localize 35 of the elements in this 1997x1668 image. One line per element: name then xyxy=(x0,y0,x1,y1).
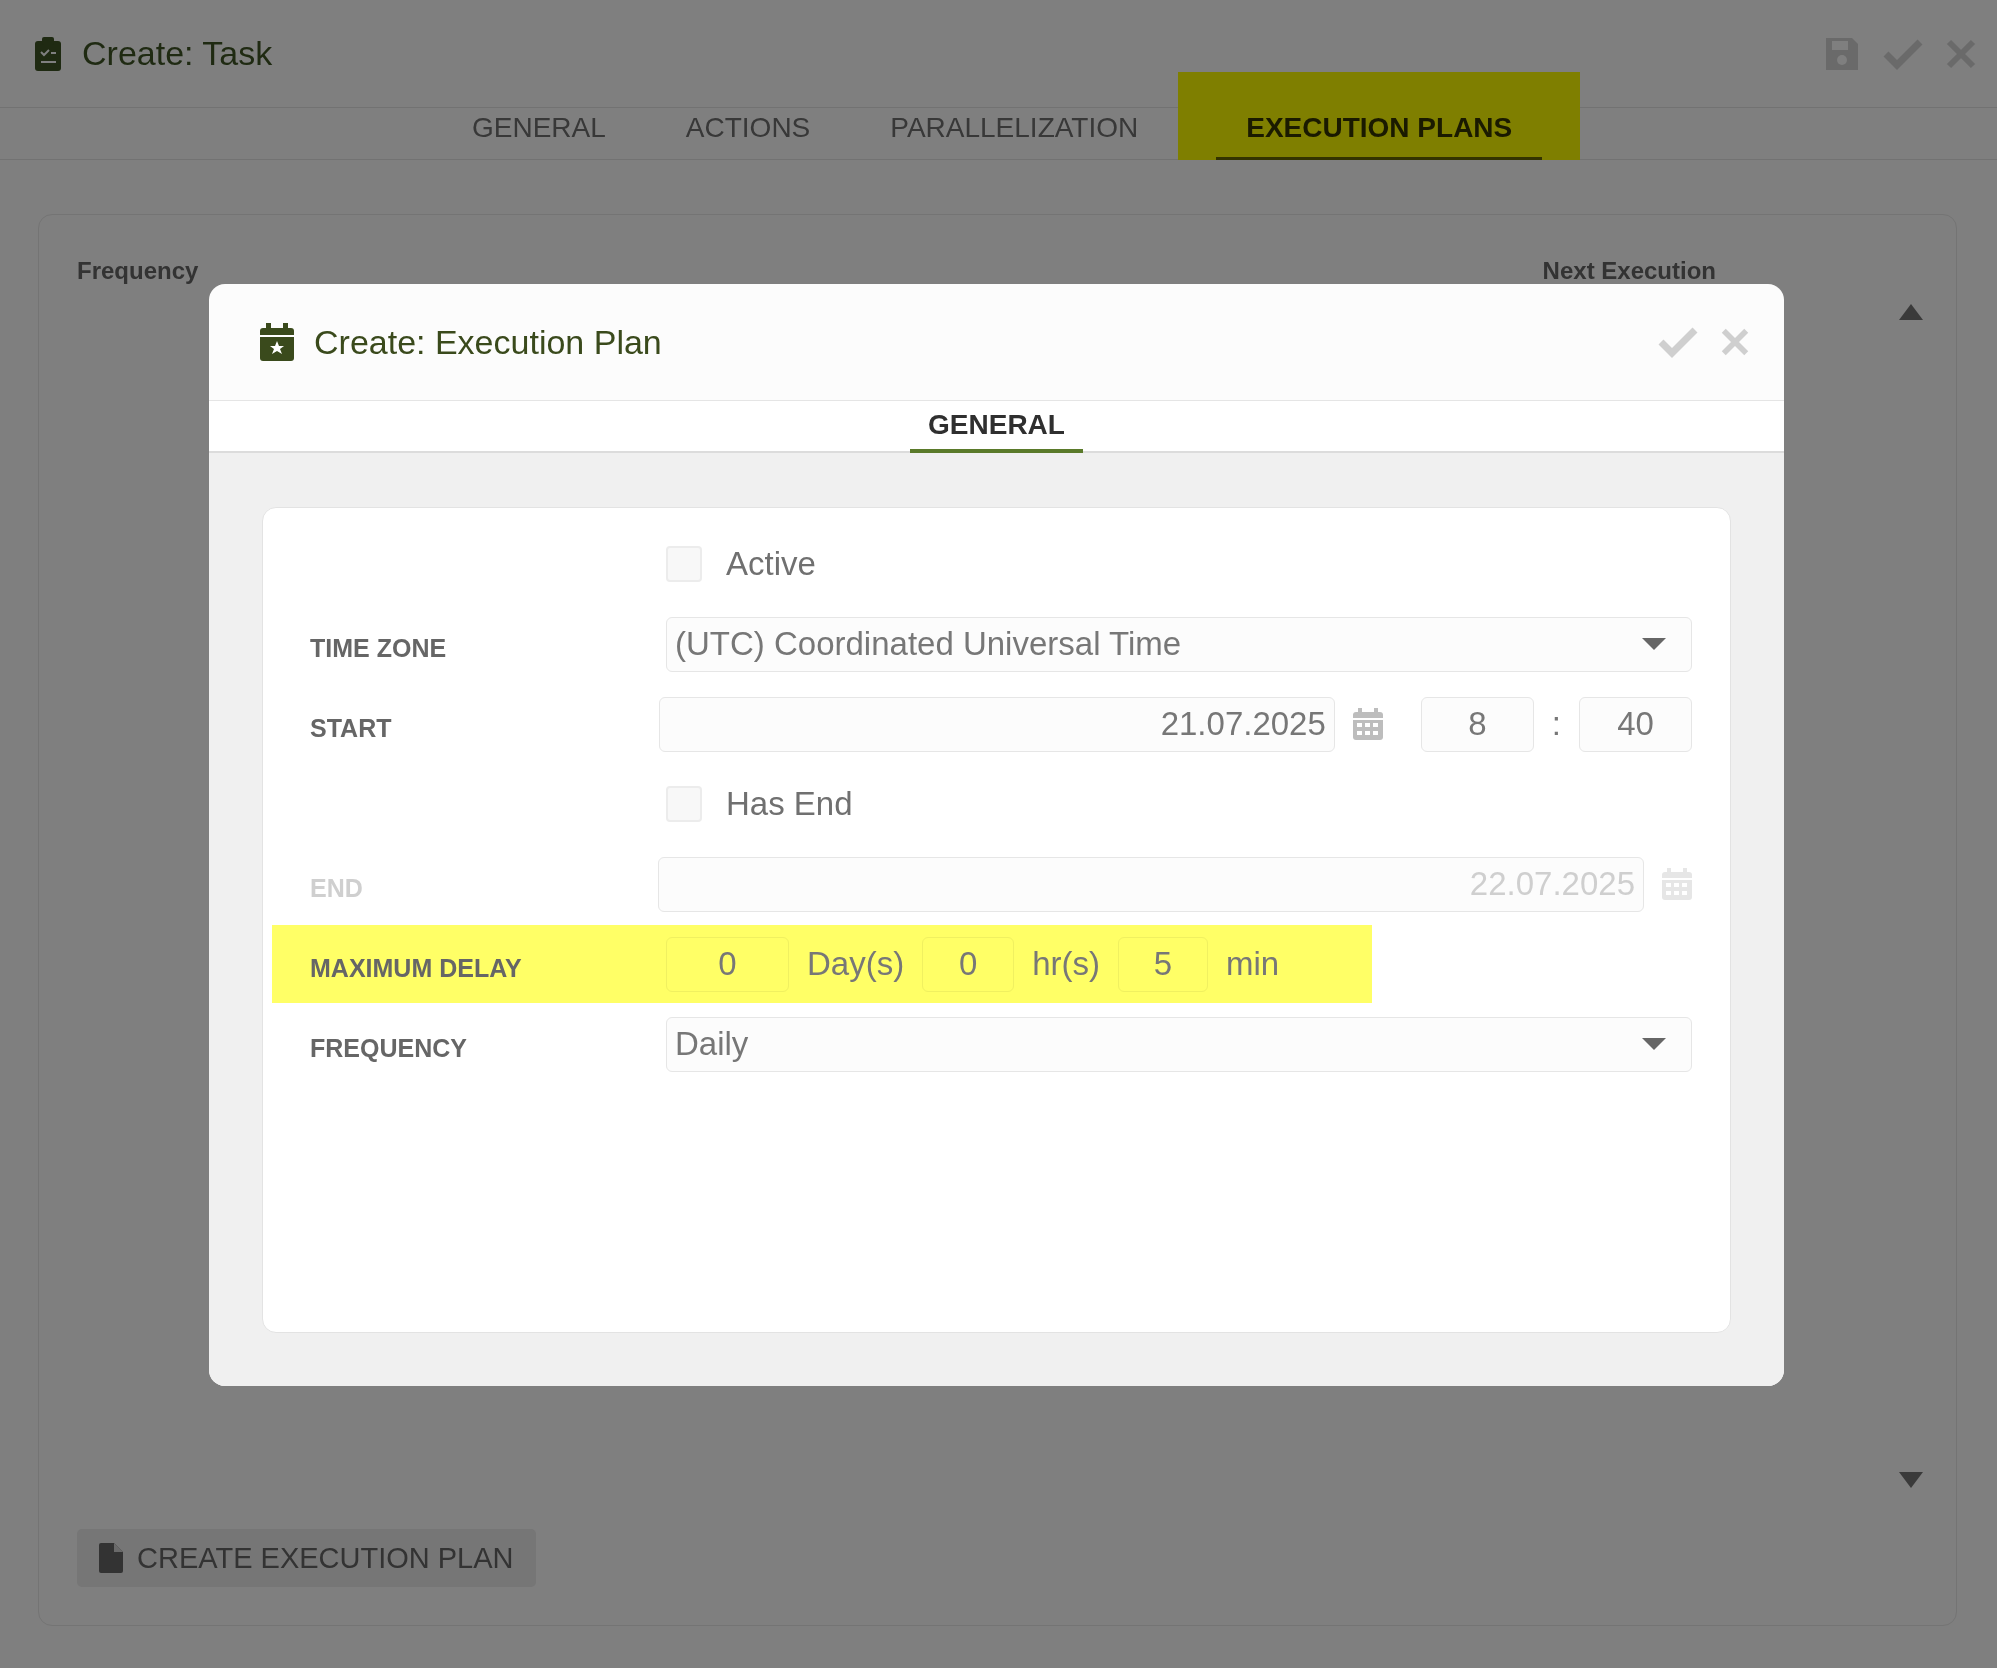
column-header[interactable]: Frequency xyxy=(77,257,199,285)
clipboard-icon xyxy=(34,35,62,72)
caret-icon xyxy=(1641,637,1667,651)
create-execution-plan-button[interactable]: CREATE EXECUTION PLAN xyxy=(77,1529,536,1587)
tab[interactable]: ACTIONS xyxy=(685,108,811,160)
date-field[interactable]: 21.07.2025 xyxy=(658,696,1335,752)
unit-label: Day(s) xyxy=(807,945,905,983)
field-label: MAXIMUM DELAY xyxy=(310,952,523,983)
field-label: TIME ZONE xyxy=(310,632,448,663)
calendar-icon[interactable] xyxy=(1352,708,1383,740)
caret-icon xyxy=(1641,1037,1667,1051)
minute-field[interactable]: 40 xyxy=(1579,696,1692,752)
field-label: START xyxy=(310,712,393,743)
scroll-down-icon[interactable] xyxy=(1898,1471,1924,1489)
dialog-title: Create: Execution Plan xyxy=(314,322,662,362)
checkmark-icon[interactable] xyxy=(1658,326,1698,358)
document-icon xyxy=(99,1543,123,1573)
dropdown[interactable]: (UTC) Coordinated Universal Time xyxy=(666,616,1692,672)
number-field[interactable]: 0 xyxy=(666,936,789,992)
checkbox-label[interactable]: Active xyxy=(726,545,816,583)
scroll-up-icon[interactable] xyxy=(1898,303,1924,321)
number-field[interactable]: 5 xyxy=(1118,936,1208,992)
number-field[interactable]: 0 xyxy=(922,936,1015,992)
unit-label: hr(s) xyxy=(1032,945,1100,983)
checkbox-label[interactable]: Has End xyxy=(726,785,853,823)
dropdown[interactable]: Daily xyxy=(666,1016,1692,1072)
column-header[interactable]: Next Execution xyxy=(1542,257,1716,285)
calendar-star-icon xyxy=(260,323,294,361)
hour-field[interactable]: 8 xyxy=(1420,696,1534,752)
tab[interactable]: GENERAL xyxy=(472,108,606,160)
field-label: FREQUENCY xyxy=(310,1032,468,1063)
tab[interactable]: PARALLELIZATION xyxy=(890,108,1139,160)
time-separator: : xyxy=(1551,705,1561,743)
unit-label: min xyxy=(1226,945,1280,983)
page-title: Create: Task xyxy=(82,34,273,73)
